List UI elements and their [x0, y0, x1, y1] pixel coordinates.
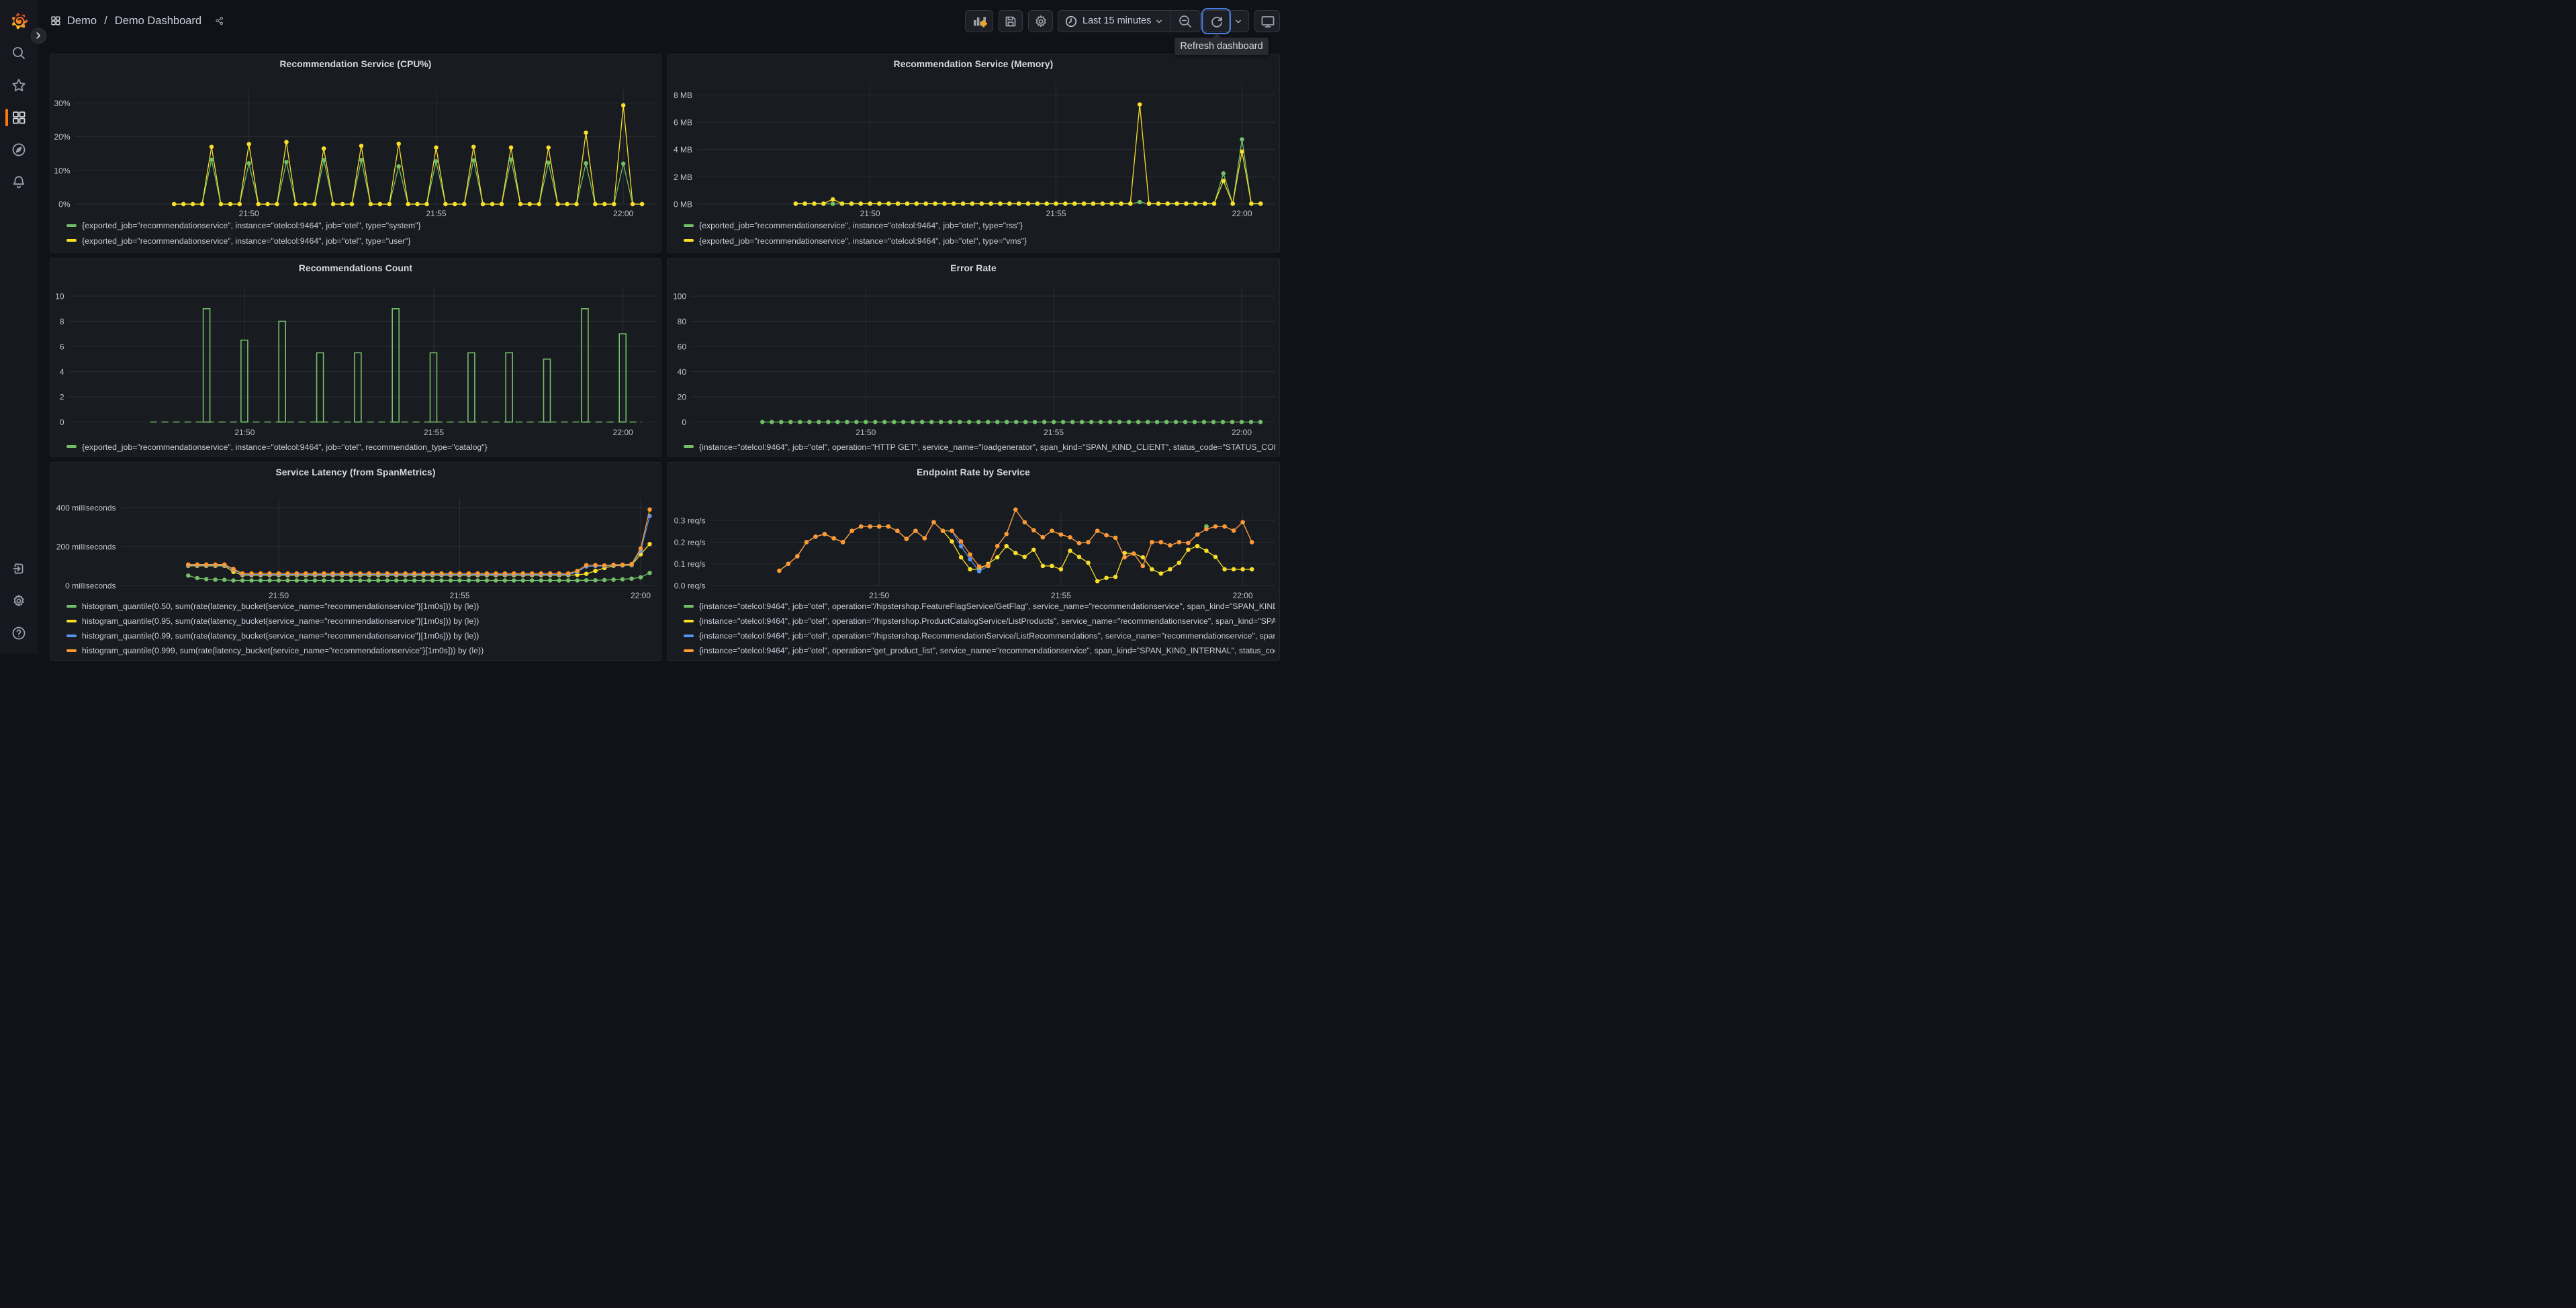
svg-text:21:50: 21:50 [856, 428, 876, 437]
svg-text:4 MB: 4 MB [674, 145, 692, 154]
svg-text:21:55: 21:55 [1051, 591, 1071, 600]
svg-text:80: 80 [678, 317, 687, 326]
svg-text:22:00: 22:00 [613, 209, 633, 218]
svg-text:8 MB: 8 MB [674, 91, 692, 100]
svg-text:0 milliseconds: 0 milliseconds [65, 581, 116, 591]
svg-text:0: 0 [682, 418, 686, 427]
svg-text:21:50: 21:50 [860, 209, 880, 218]
svg-text:22:00: 22:00 [631, 591, 651, 600]
svg-text:4: 4 [60, 367, 64, 377]
svg-text:8: 8 [60, 317, 64, 326]
svg-text:21:50: 21:50 [269, 591, 289, 600]
svg-text:0: 0 [60, 418, 64, 427]
svg-text:200 milliseconds: 200 milliseconds [56, 543, 116, 552]
svg-text:21:55: 21:55 [426, 209, 446, 218]
svg-text:10%: 10% [54, 166, 70, 175]
svg-text:60: 60 [678, 342, 687, 352]
svg-text:10: 10 [55, 292, 64, 301]
svg-text:20: 20 [678, 393, 687, 402]
svg-text:6 MB: 6 MB [674, 118, 692, 128]
svg-text:21:55: 21:55 [1046, 209, 1066, 218]
svg-text:0%: 0% [58, 200, 71, 209]
svg-text:6: 6 [60, 342, 64, 352]
svg-text:21:55: 21:55 [449, 591, 469, 600]
svg-text:21:50: 21:50 [234, 428, 255, 437]
svg-text:2 MB: 2 MB [674, 173, 692, 182]
svg-text:0.2 req/s: 0.2 req/s [674, 538, 706, 547]
svg-text:21:55: 21:55 [424, 428, 444, 437]
svg-text:100: 100 [673, 292, 686, 301]
svg-text:21:50: 21:50 [239, 209, 259, 218]
svg-text:22:00: 22:00 [1232, 209, 1252, 218]
svg-text:21:55: 21:55 [1044, 428, 1064, 437]
svg-text:22:00: 22:00 [613, 428, 633, 437]
svg-text:400 milliseconds: 400 milliseconds [56, 504, 116, 513]
svg-text:22:00: 22:00 [1233, 591, 1253, 600]
svg-text:2: 2 [60, 393, 64, 402]
svg-text:0 MB: 0 MB [674, 200, 692, 209]
svg-text:0.1 req/s: 0.1 req/s [674, 559, 706, 569]
svg-text:40: 40 [678, 367, 687, 377]
svg-text:0.0 req/s: 0.0 req/s [674, 581, 706, 591]
svg-text:20%: 20% [54, 132, 70, 142]
svg-text:30%: 30% [54, 99, 70, 108]
svg-text:0.3 req/s: 0.3 req/s [674, 516, 706, 526]
svg-text:21:50: 21:50 [869, 591, 889, 600]
svg-text:22:00: 22:00 [1232, 428, 1252, 437]
